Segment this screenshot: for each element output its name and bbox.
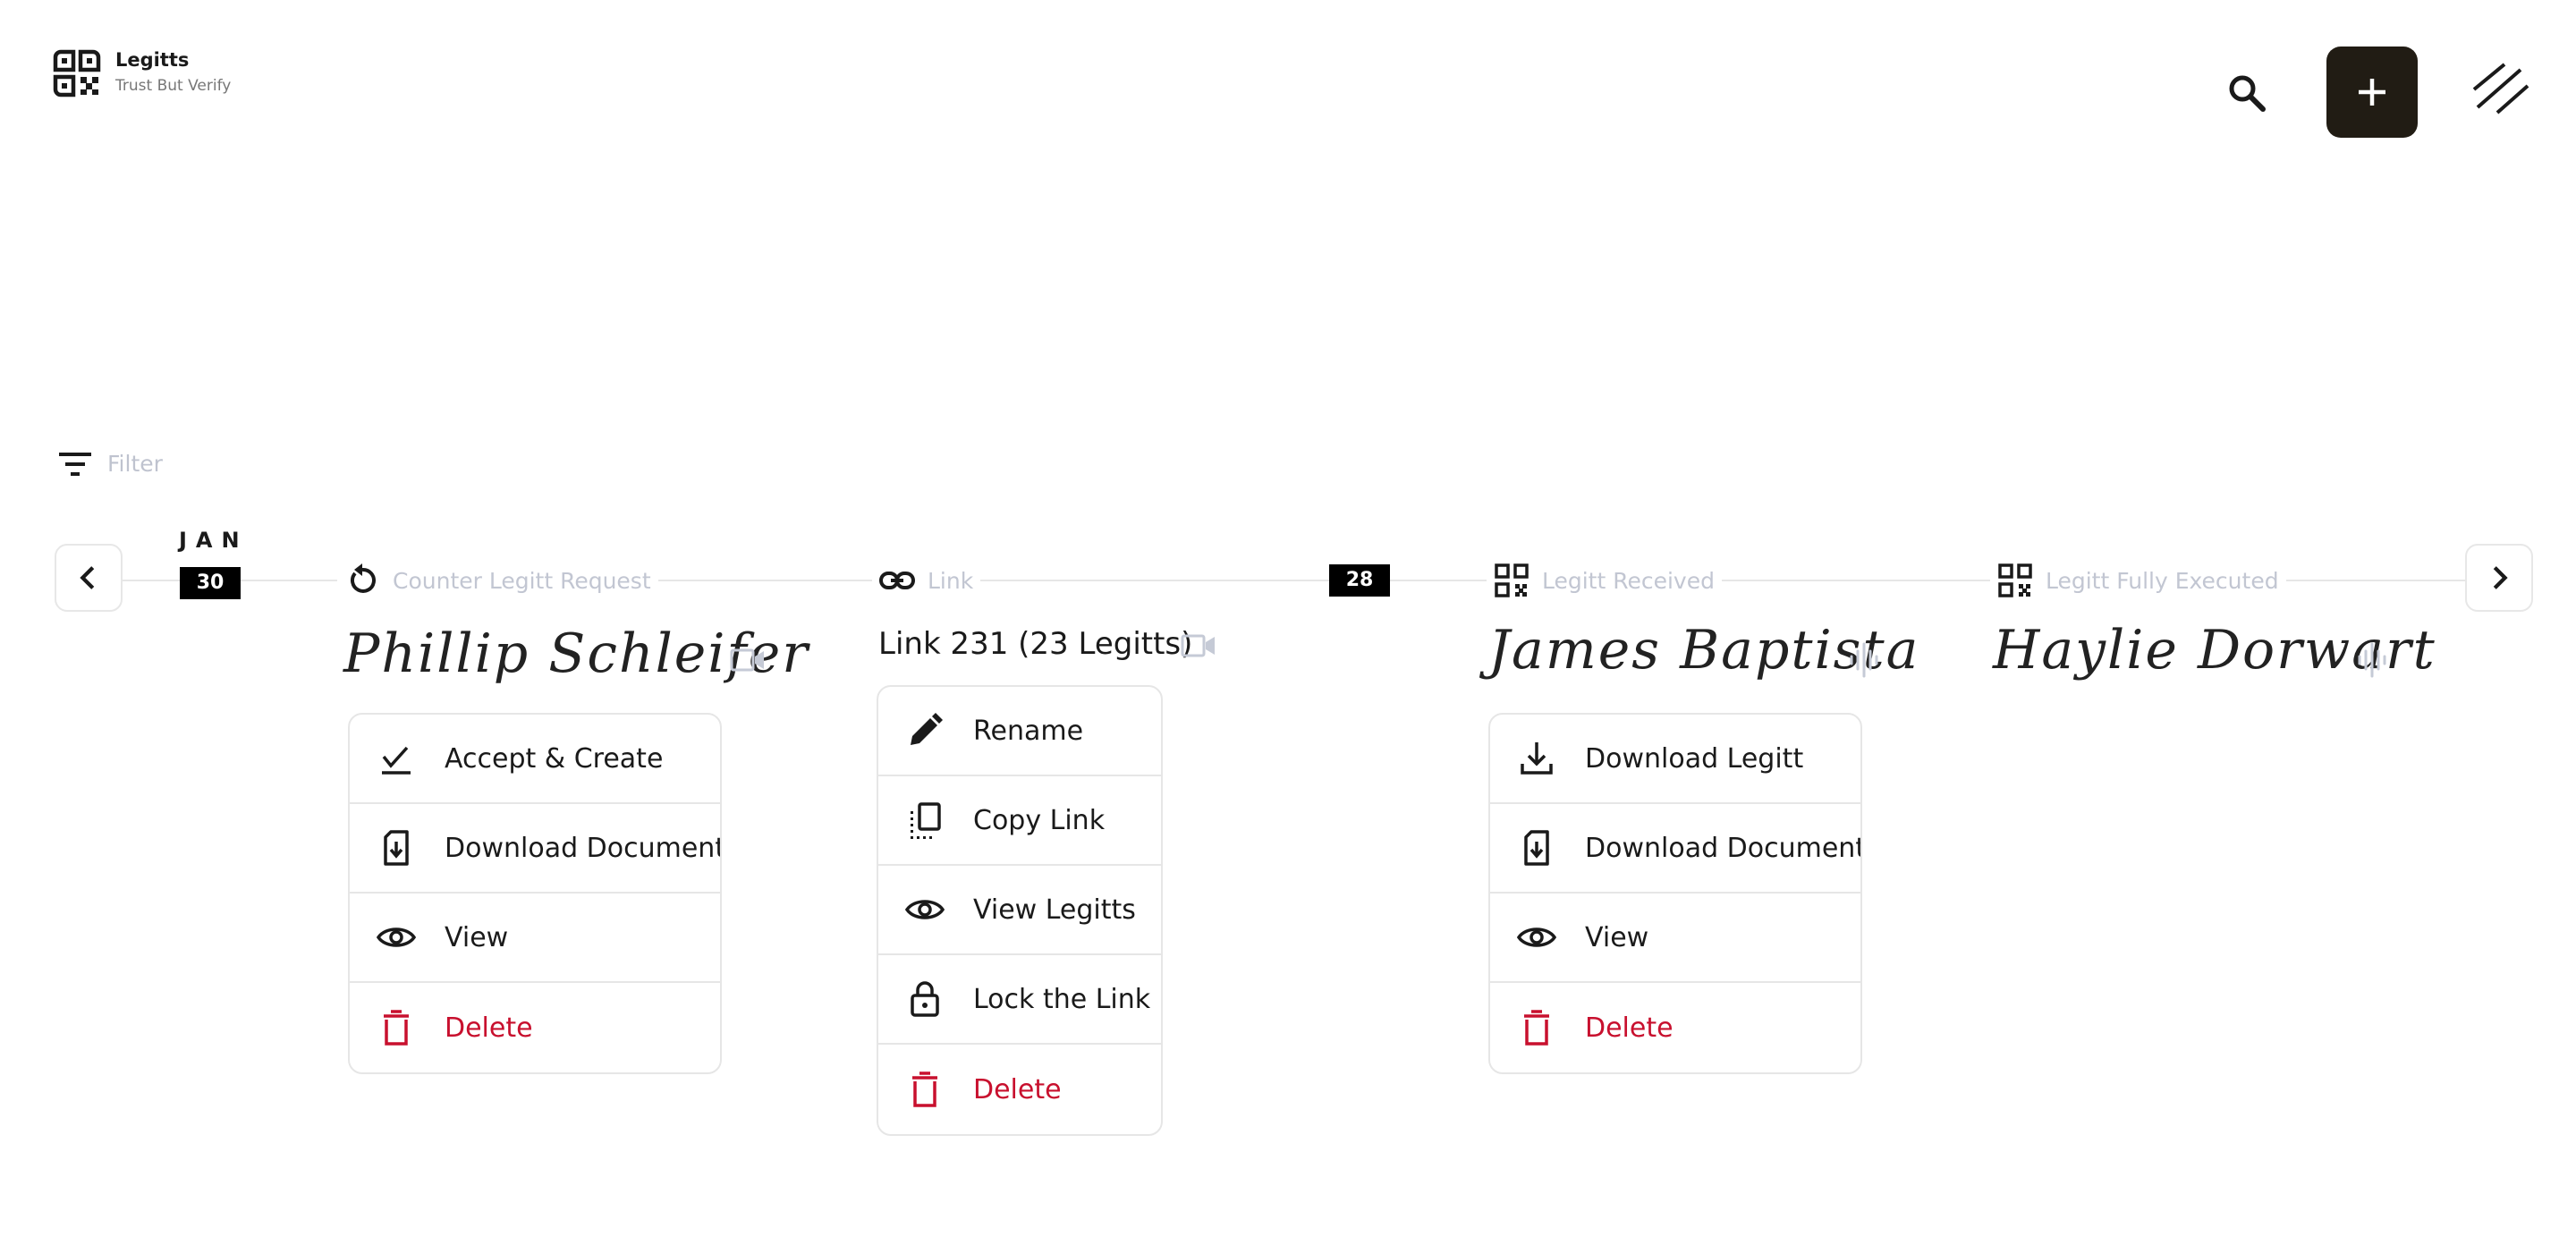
brand-name: Legitts [115,49,190,71]
month-label: JAN [179,528,249,553]
eye-icon [377,927,416,947]
lock-link-button[interactable]: Lock the Link [878,955,1161,1045]
link-icon [879,572,915,589]
stage-link: Link [872,561,981,600]
download-icon [1521,742,1553,775]
menu-lines-icon[interactable] [2469,57,2531,120]
menu-item-label: View Legitts [973,894,1136,926]
delete-button[interactable]: Delete [350,983,720,1072]
filter-icon[interactable] [55,447,95,483]
stage-counter-request: Counter Legitt Request [337,561,658,600]
menu-item-label: Download Legitt [1585,742,1804,775]
qr-icon [1495,563,1529,597]
search-icon[interactable] [2224,70,2270,116]
action-menu: Accept & Create Download Document View D… [348,713,722,1074]
menu-item-label: View [1585,921,1649,953]
chevron-left-icon [80,566,95,589]
delete-button[interactable]: Delete [878,1045,1161,1134]
copy-link-button[interactable]: Copy Link [878,776,1161,866]
menu-item-label: Copy Link [973,804,1106,836]
copy-icon [911,802,941,839]
refresh-icon [350,563,376,593]
delete-button[interactable]: Delete [1490,983,1860,1072]
pencil-icon [911,713,943,745]
chevron-right-icon [2493,566,2508,589]
menu-item-label: Download Document [1585,832,1862,864]
video-icon[interactable] [728,640,767,680]
lock-icon [911,981,939,1017]
trash-icon [912,1071,937,1107]
stage-label: Counter Legitt Request [393,567,651,594]
view-button[interactable]: View [350,894,720,983]
action-menu: Rename Copy Link View Legitts Lock the L… [877,685,1163,1136]
accept-create-button[interactable]: Accept & Create [350,715,720,804]
check-icon [382,746,411,775]
menu-item-label: Download Document [445,832,722,864]
menu-item-label: Delete [973,1073,1062,1105]
brand-tagline: Trust But Verify [115,77,232,95]
date-badge: 28 [1329,564,1390,597]
menu-item-label: Accept & Create [445,742,664,775]
menu-item-label: View [445,921,509,953]
stage-label: Link [928,567,974,594]
qr-icon [1998,563,2032,597]
file-download-icon [1524,830,1549,866]
download-legitt-button[interactable]: Download Legitt [1490,715,1860,804]
audio-wave-icon[interactable] [1844,640,1884,680]
menu-item-label: Delete [445,1012,533,1044]
video-icon[interactable] [1179,626,1218,665]
stage-label: Legitt Fully Executed [2046,567,2279,594]
date-badge: 30 [180,567,241,599]
filter-label[interactable]: Filter [107,451,163,477]
stage-fully-executed: Legitt Fully Executed [1990,561,2286,600]
stage-legitt-received: Legitt Received [1487,561,1722,600]
audio-wave-icon[interactable] [2352,640,2392,680]
action-menu: Download Legitt Download Document View D… [1488,713,1862,1074]
eye-icon [905,900,945,919]
legitts-logo-icon[interactable] [52,48,102,98]
plus-icon [2359,79,2385,106]
next-button[interactable] [2465,544,2533,612]
download-document-button[interactable]: Download Document [1490,804,1860,894]
trash-icon [384,1010,409,1046]
eye-icon [1517,927,1556,947]
trash-icon [1524,1010,1549,1046]
rename-button[interactable]: Rename [878,687,1161,776]
menu-item-label: Rename [973,715,1084,747]
add-button[interactable] [2326,47,2418,138]
stage-label: Legitt Received [1542,567,1715,594]
file-download-icon [384,830,409,866]
menu-item-label: Delete [1585,1012,1674,1044]
link-title: Link 231 (23 Legitts) [878,626,1193,662]
download-document-button[interactable]: Download Document [350,804,720,894]
prev-button[interactable] [55,544,123,612]
view-legitts-button[interactable]: View Legitts [878,866,1161,955]
view-button[interactable]: View [1490,894,1860,983]
menu-item-label: Lock the Link [973,983,1151,1015]
